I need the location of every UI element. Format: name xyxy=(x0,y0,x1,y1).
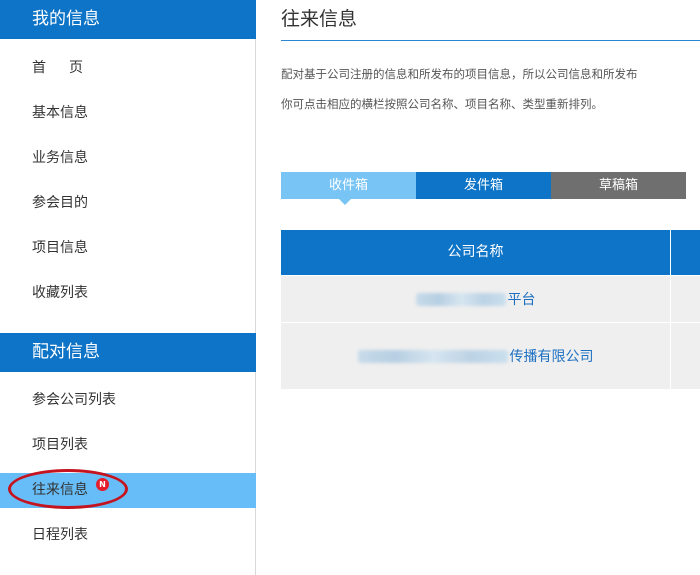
table-cell xyxy=(671,323,700,389)
company-name-visible: 传播有限公司 xyxy=(509,349,594,365)
tab-drafts[interactable]: 草稿箱 xyxy=(551,172,686,199)
page-title: 往来信息 xyxy=(281,8,358,30)
title-divider xyxy=(281,40,700,41)
sidebar-item-label: 参会公司列表 xyxy=(32,392,116,408)
table-header-row: 公司名称 xyxy=(281,230,700,275)
sidebar-item-label: 项目信息 xyxy=(32,240,88,256)
company-name-cell[interactable]: 传播有限公司 xyxy=(281,323,670,389)
sidebar-item-label: 业务信息 xyxy=(32,150,88,166)
redacted-text xyxy=(357,349,508,363)
sidebar-item-correspondence[interactable]: 往来信息 N xyxy=(0,473,256,508)
redacted-text xyxy=(415,292,506,306)
new-badge: N xyxy=(96,478,109,491)
sidebar-item-label: 往来信息 xyxy=(32,482,88,498)
section-title: 配对信息 xyxy=(32,342,100,362)
sidebar-item-label: 日程列表 xyxy=(32,527,88,543)
sidebar-item-label: 基本信息 xyxy=(32,105,88,121)
description-line-2: 你可点击相应的横栏按照公司名称、项目名称、类型重新排列。 xyxy=(281,97,603,111)
sidebar-item-project-list[interactable]: 项目列表 xyxy=(0,428,256,463)
sidebar-item-attending-companies[interactable]: 参会公司列表 xyxy=(0,383,256,418)
sidebar-item-meeting-purpose[interactable]: 参会目的 xyxy=(0,186,256,221)
sidebar-item-business-info[interactable]: 业务信息 xyxy=(0,141,256,176)
table-cell xyxy=(671,276,700,322)
description-line-1: 配对基于公司注册的信息和所发布的项目信息，所以公司信息和所发布 xyxy=(281,67,638,81)
tab-inbox[interactable]: 收件箱 xyxy=(281,172,416,205)
sidebar-item-favorites[interactable]: 收藏列表 xyxy=(0,276,256,311)
sidebar-item-home[interactable]: 首页 xyxy=(0,51,256,86)
section-title: 我的信息 xyxy=(32,9,100,29)
section-header-matching-info: 配对信息 xyxy=(0,333,256,372)
sidebar-item-label: 参会目的 xyxy=(32,195,88,211)
sidebar-item-label: 项目列表 xyxy=(32,437,88,453)
sidebar-item-label: 首页 xyxy=(32,60,106,76)
tab-outbox[interactable]: 发件箱 xyxy=(416,172,551,199)
column-header-next[interactable] xyxy=(671,230,700,275)
correspondence-table: 公司名称 平台 传播有限公司 xyxy=(281,230,700,389)
section-header-my-info: 我的信息 xyxy=(0,0,256,39)
main-content: 往来信息 配对基于公司注册的信息和所发布的项目信息，所以公司信息和所发布 你可点… xyxy=(257,0,700,575)
table-row[interactable]: 传播有限公司 xyxy=(281,322,700,389)
company-name-cell[interactable]: 平台 xyxy=(281,276,670,322)
column-header-company-name[interactable]: 公司名称 xyxy=(281,230,670,275)
table-row[interactable]: 平台 xyxy=(281,275,700,322)
sidebar-item-basic-info[interactable]: 基本信息 xyxy=(0,96,256,131)
sidebar: 我的信息 首页 基本信息 业务信息 参会目的 项目信息 收藏列表 配对信息 参会… xyxy=(0,0,256,575)
sidebar-item-schedule[interactable]: 日程列表 xyxy=(0,518,256,553)
company-name-visible: 平台 xyxy=(507,292,536,308)
sidebar-item-project-info[interactable]: 项目信息 xyxy=(0,231,256,266)
sidebar-item-label: 收藏列表 xyxy=(32,285,88,301)
